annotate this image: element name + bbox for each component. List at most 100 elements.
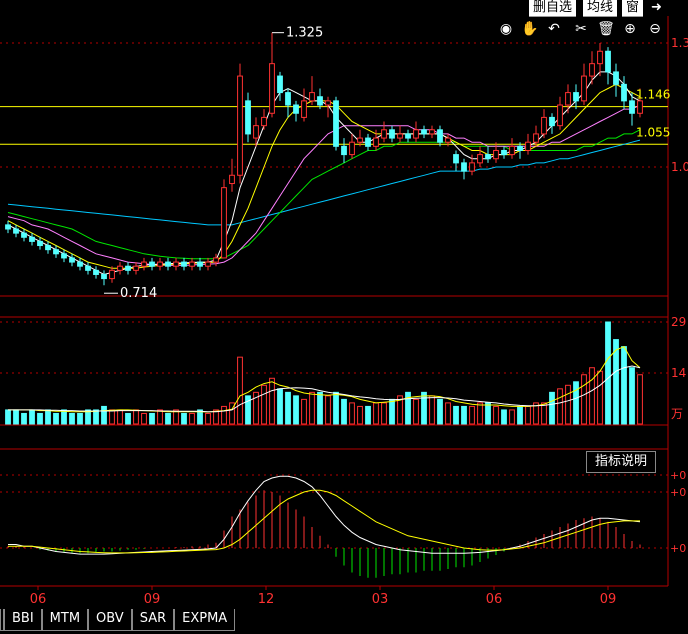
candle-body xyxy=(573,92,579,102)
x-tick-label: 09 xyxy=(600,592,617,607)
candle-body xyxy=(461,162,467,172)
candle-body xyxy=(317,96,323,106)
candle-body xyxy=(389,129,395,139)
ma10-line xyxy=(7,83,641,269)
volume-bar xyxy=(637,374,643,425)
candle-body xyxy=(421,129,427,135)
candle-body xyxy=(101,273,107,280)
volume-bar xyxy=(325,395,331,425)
volume-bar xyxy=(133,409,139,425)
candle-body xyxy=(149,261,155,267)
candle-body xyxy=(349,141,355,156)
candle-body xyxy=(341,145,347,156)
tab-expma[interactable]: EXPMA xyxy=(174,609,236,631)
zoom-out-icon[interactable]: ⊖ xyxy=(646,20,664,38)
volume-bar xyxy=(13,409,19,425)
candle-body xyxy=(229,174,235,185)
candle-body xyxy=(373,137,379,147)
candle-body xyxy=(405,133,411,139)
volume-bar xyxy=(477,402,483,425)
volume-bar xyxy=(221,405,227,425)
volume-bar xyxy=(29,409,35,425)
candle-body xyxy=(237,75,243,176)
candle-body xyxy=(21,232,27,238)
trash-icon[interactable]: 🗑 xyxy=(597,20,615,38)
undo-icon[interactable]: ↶ xyxy=(545,20,563,38)
volume-bar xyxy=(53,412,59,425)
price-y-tick: 1.0 xyxy=(671,160,688,174)
volume-bar xyxy=(141,412,147,425)
eye-icon[interactable]: ◉ xyxy=(497,20,515,38)
candle-body xyxy=(45,245,51,251)
candle-body xyxy=(381,129,387,139)
candle-body xyxy=(213,257,219,263)
candle-body xyxy=(613,71,619,85)
volume-bar xyxy=(413,398,419,425)
candle-body xyxy=(77,261,83,267)
candle-body xyxy=(125,265,131,271)
volume-bar xyxy=(237,356,243,425)
candle-body xyxy=(85,265,91,271)
volume-bar xyxy=(77,412,83,425)
hand-icon[interactable]: ✋ xyxy=(521,20,539,38)
volume-bar xyxy=(341,398,347,425)
candle-body xyxy=(589,63,595,77)
volume-bar xyxy=(581,374,587,425)
candle-body xyxy=(525,141,531,151)
candle-body xyxy=(245,100,251,135)
volume-bar xyxy=(269,377,275,425)
exit-icon[interactable]: ➜ xyxy=(647,0,671,16)
candle-body xyxy=(221,187,227,259)
volume-bar xyxy=(165,412,171,425)
price-panel: 1.325 0.714 1.146 1.055 xyxy=(0,26,670,301)
volume-y-tick: 29 xyxy=(671,315,686,329)
volume-ma-line-a xyxy=(8,345,641,413)
tab-sar[interactable]: SAR xyxy=(131,609,175,631)
candle-body xyxy=(141,261,147,267)
candle-body xyxy=(509,145,515,156)
remove-watchlist-button[interactable]: 删自选 xyxy=(529,0,577,17)
stock-chart[interactable]: 1.325 0.714 1.146 1.055 06 09 12 03 06 09 1.3 1.0 2… xyxy=(0,0,688,634)
candle-body xyxy=(445,137,451,143)
macd-y-tick: +0 xyxy=(670,542,686,555)
scissors-icon[interactable]: ✂ xyxy=(572,20,590,38)
volume-bar xyxy=(381,402,387,425)
macd-y-tick: +0 xyxy=(670,486,686,499)
tab-bbi[interactable]: BBI xyxy=(4,609,42,631)
volume-bar xyxy=(301,398,307,425)
candle-body xyxy=(397,133,403,139)
candle-body xyxy=(493,149,499,160)
volume-bar xyxy=(517,405,523,425)
candle-body xyxy=(53,249,59,255)
candle-body xyxy=(325,100,331,106)
volume-bar xyxy=(261,384,267,425)
candle-body xyxy=(285,92,291,106)
volume-bar xyxy=(333,391,339,425)
volume-bar xyxy=(445,402,451,425)
indicator-help-button[interactable]: 指标说明 xyxy=(586,451,657,473)
tab-obv[interactable]: OBV xyxy=(88,609,132,631)
candle-body xyxy=(117,265,123,271)
volume-bar xyxy=(21,412,27,425)
candle-body xyxy=(605,50,611,73)
candle-body xyxy=(93,269,99,275)
candle-body xyxy=(109,269,115,280)
moving-average-button[interactable]: 均线 xyxy=(583,0,618,17)
candle-body xyxy=(485,154,491,160)
volume-bar xyxy=(389,398,395,425)
macd-dea-line xyxy=(8,489,640,554)
window-button[interactable]: 窗 xyxy=(622,0,644,17)
candle-body xyxy=(157,261,163,267)
volume-bar xyxy=(429,395,435,425)
candle-body xyxy=(165,261,171,267)
candle-body xyxy=(181,261,187,267)
price-y-tick: 1.3 xyxy=(671,36,688,50)
x-tick-label: 09 xyxy=(144,592,161,607)
macd-y-tick: +0 xyxy=(670,469,686,482)
candle-body xyxy=(61,253,67,259)
zoom-in-icon[interactable]: ⊕ xyxy=(621,20,639,38)
tab-mtm[interactable]: MTM xyxy=(41,609,89,631)
x-tick-label: 06 xyxy=(486,592,503,607)
candle-body xyxy=(277,75,283,94)
candle-body xyxy=(501,149,507,156)
